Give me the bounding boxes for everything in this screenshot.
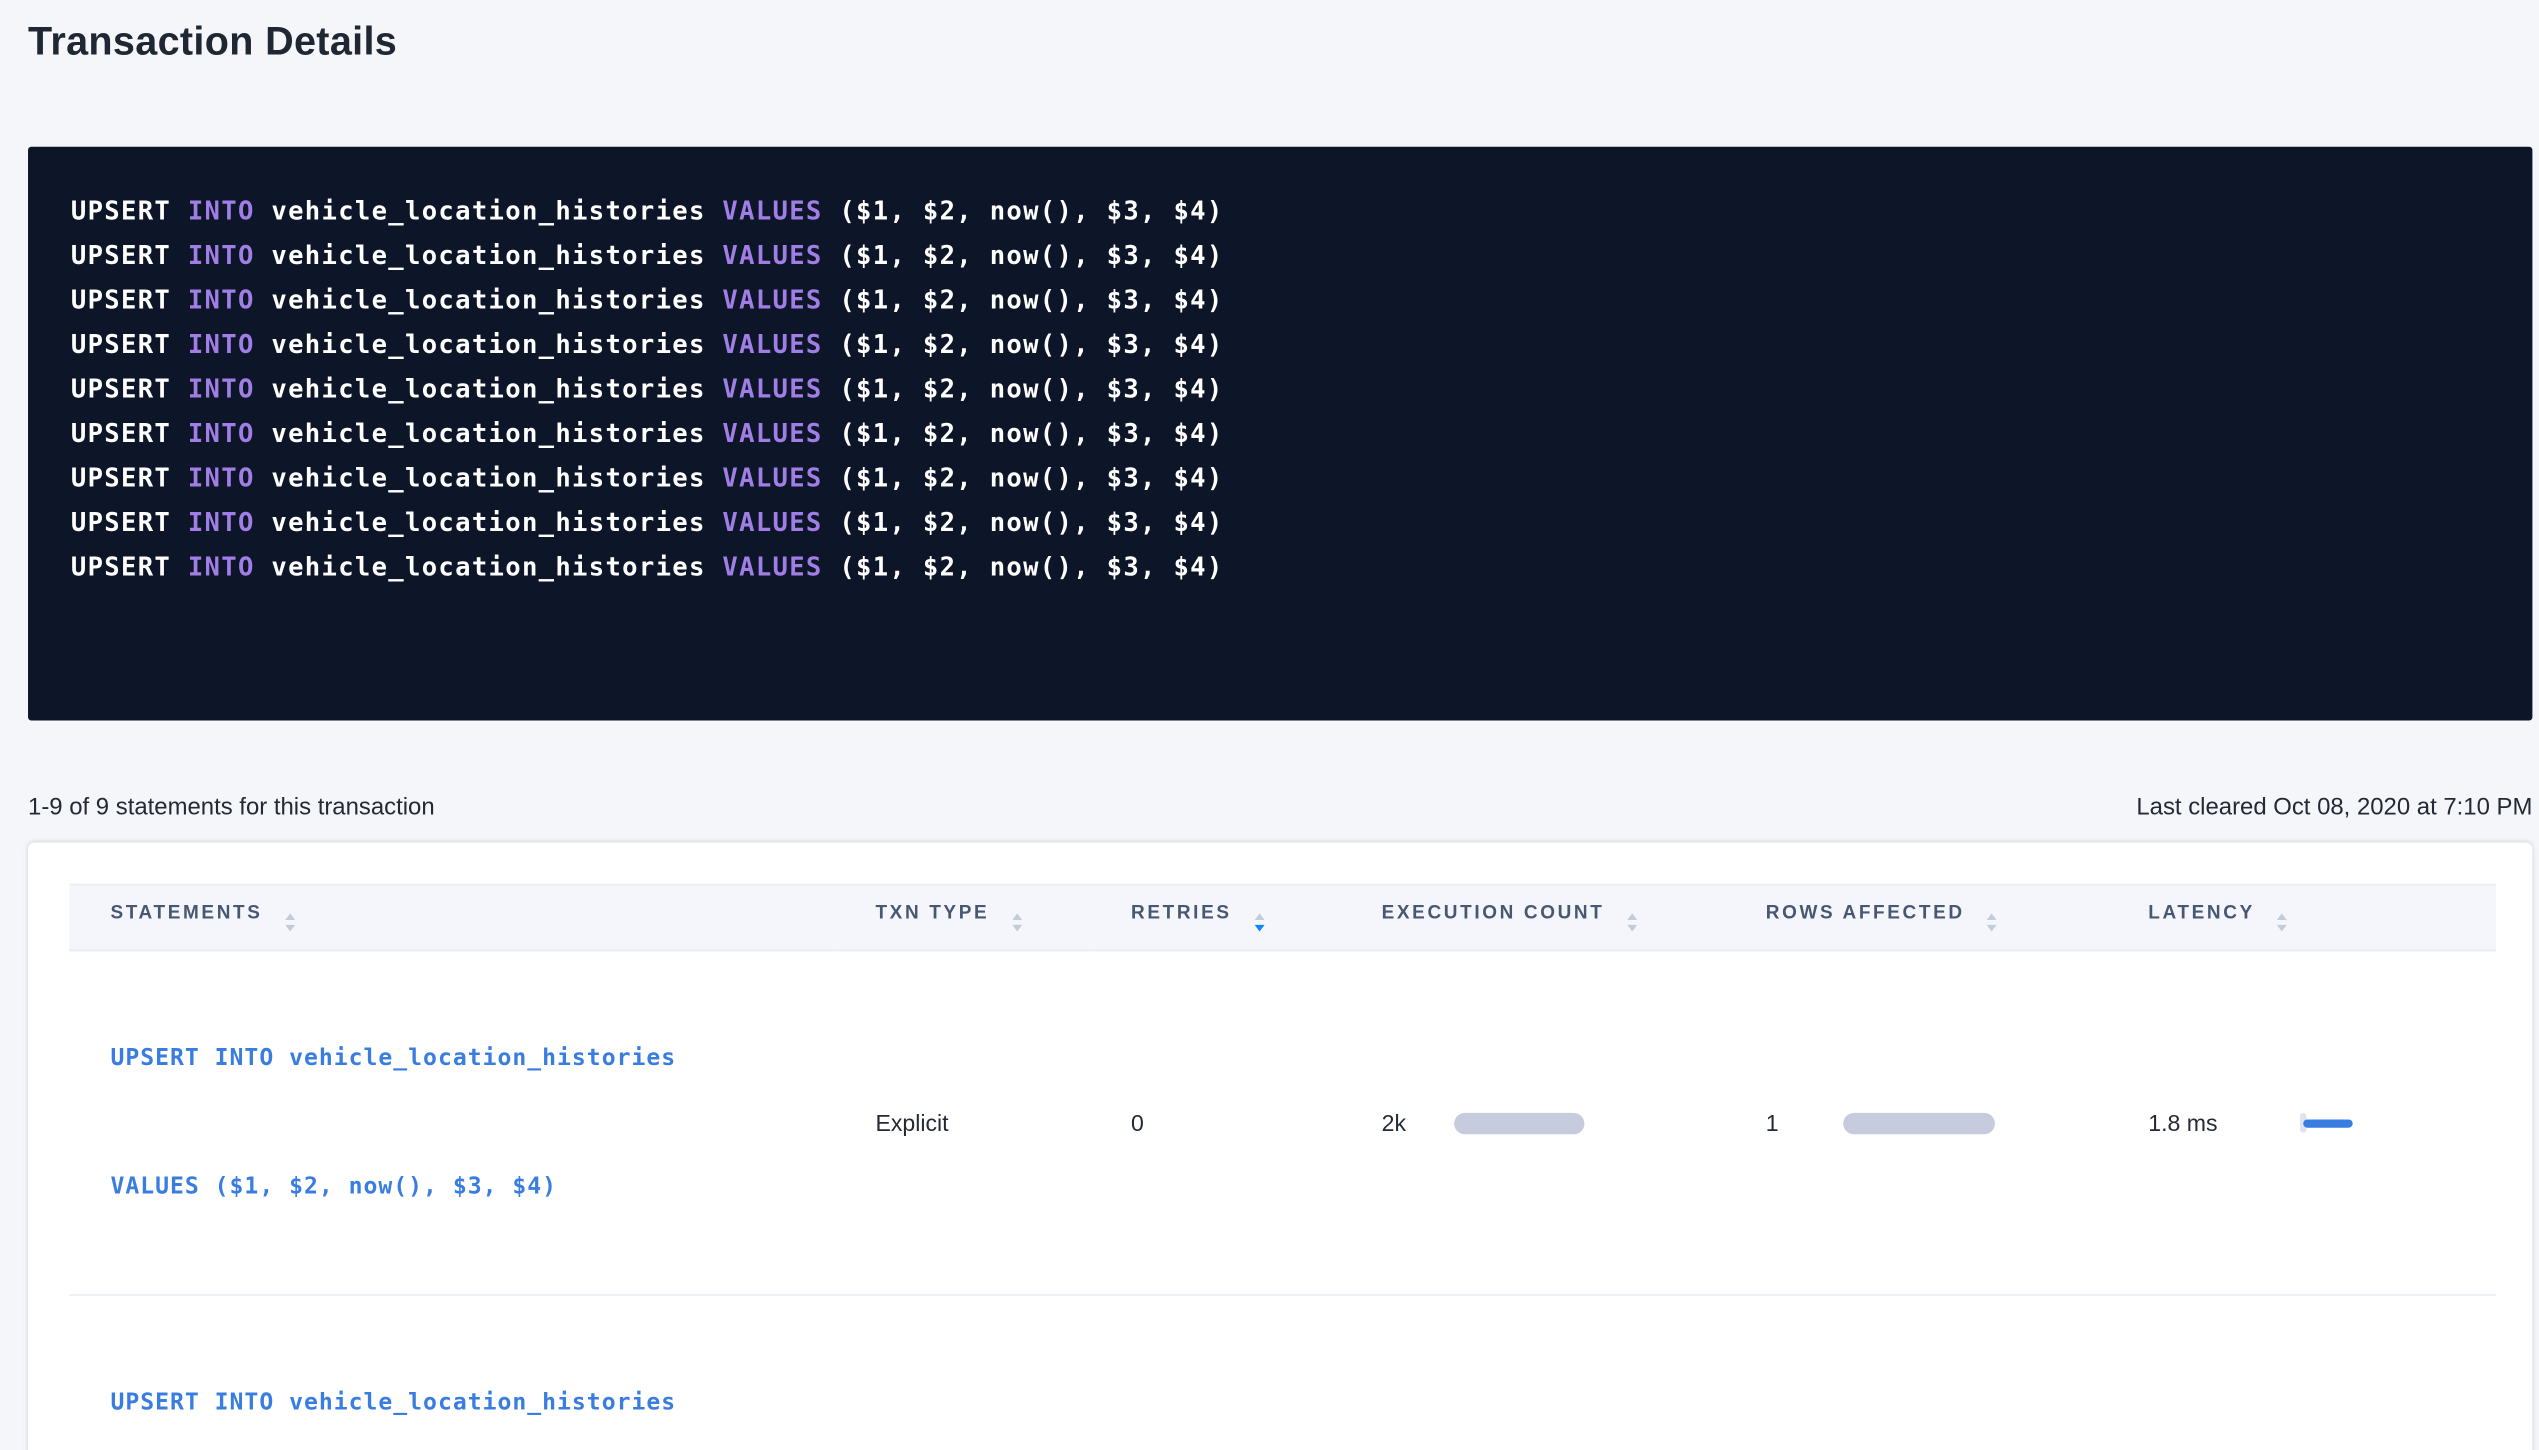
execution-count-cell: 2k	[1340, 1295, 1724, 1450]
column-header-label: Execution Count	[1382, 904, 1605, 924]
statement-link[interactable]: UPSERT INTO vehicle_location_histories V…	[110, 951, 834, 1294]
sort-desc-icon[interactable]	[2277, 925, 2287, 932]
rows-affected-cell: 1	[1725, 950, 2107, 1295]
column-header-label: Txn Type	[875, 904, 989, 924]
execution-count-bar	[1454, 1112, 1584, 1133]
sort-asc-icon[interactable]	[1627, 914, 1637, 921]
column-header[interactable]: Retries	[1090, 885, 1341, 951]
sql-statement-line: UPSERT INTO vehicle_location_histories V…	[71, 457, 2490, 502]
sort-arrows-icon[interactable]	[2277, 914, 2287, 931]
sql-statement-box: UPSERT INTO vehicle_location_histories V…	[28, 147, 2532, 721]
sql-statement-line: UPSERT INTO vehicle_location_histories V…	[71, 323, 2490, 368]
rows-affected-value: 1	[1766, 1110, 1843, 1136]
sort-arrows-icon[interactable]	[1627, 914, 1637, 931]
latency-bar	[2303, 1119, 2352, 1127]
statement-cell: UPSERT INTO vehicle_location_histories V…	[69, 950, 834, 1295]
execution-count-cell: 2k	[1340, 950, 1724, 1295]
table-header-row: Statements Txn Type Retries Execution Co…	[69, 885, 2496, 951]
page-content: Transaction Details UPSERT INTO vehicle_…	[0, 0, 2539, 1450]
sort-asc-icon[interactable]	[285, 914, 295, 921]
latency-bar-chart	[2300, 1113, 2353, 1133]
sort-desc-icon[interactable]	[1627, 925, 1637, 932]
txn-type-cell: Explicit	[834, 1295, 1090, 1450]
txn-type-cell: Explicit	[834, 950, 1090, 1295]
sql-statement-line: UPSERT INTO vehicle_location_histories V…	[71, 546, 2490, 591]
page: Transaction Details UPSERT INTO vehicle_…	[0, 0, 2539, 1450]
sort-desc-icon[interactable]	[285, 925, 295, 932]
statement-line-1: UPSERT INTO vehicle_location_histories	[110, 1037, 834, 1080]
statements-count-text: 1-9 of 9 statements for this transaction	[28, 791, 435, 824]
sql-statement-line: UPSERT INTO vehicle_location_histories V…	[71, 234, 2490, 279]
statement-link[interactable]: UPSERT INTO vehicle_location_histories V…	[110, 1296, 834, 1450]
last-cleared-text: Last cleared Oct 08, 2020 at 7:10 PM	[2136, 791, 2532, 824]
sort-asc-icon[interactable]	[1254, 914, 1264, 921]
column-header[interactable]: Execution Count	[1340, 885, 1724, 951]
sql-statement-line: UPSERT INTO vehicle_location_histories V…	[71, 190, 2490, 235]
table-row: UPSERT INTO vehicle_location_histories V…	[69, 950, 2496, 1295]
latency-cell: 1.7 ms	[2107, 1295, 2496, 1450]
latency-value: 1.8 ms	[2148, 1110, 2300, 1136]
sort-desc-icon[interactable]	[1012, 925, 1022, 932]
rows-affected-cell: 1	[1725, 1295, 2107, 1450]
sort-arrows-icon[interactable]	[1012, 914, 1022, 931]
column-header[interactable]: Rows Affected	[1725, 885, 2107, 951]
sort-arrows-icon[interactable]	[1987, 914, 1997, 931]
column-header-label: Rows Affected	[1766, 904, 1965, 924]
retries-cell: 0	[1090, 950, 1341, 1295]
column-header[interactable]: Statements	[69, 885, 834, 951]
sql-statement-line: UPSERT INTO vehicle_location_histories V…	[71, 368, 2490, 413]
sort-asc-icon[interactable]	[1012, 914, 1022, 921]
column-header[interactable]: Latency	[2107, 885, 2496, 951]
sql-statement-line: UPSERT INTO vehicle_location_histories V…	[71, 279, 2490, 324]
statement-line-1: UPSERT INTO vehicle_location_histories	[110, 1382, 834, 1425]
statements-table: Statements Txn Type Retries Execution Co…	[69, 884, 2496, 1450]
sort-desc-icon[interactable]	[1987, 925, 1997, 932]
execution-count-value: 2k	[1382, 1110, 1455, 1136]
rows-affected-bar	[1843, 1112, 1995, 1133]
statement-line-2: VALUES ($1, $2, now(), $3, $4)	[110, 1166, 834, 1209]
column-header-label: Statements	[110, 904, 262, 924]
retries-value: 0	[1131, 1110, 1144, 1136]
latency-cell: 1.8 ms	[2107, 950, 2496, 1295]
statements-table-card: Statements Txn Type Retries Execution Co…	[28, 842, 2532, 1450]
column-header-label: Retries	[1131, 904, 1232, 924]
page-title: Transaction Details	[28, 16, 2532, 69]
statement-cell: UPSERT INTO vehicle_location_histories V…	[69, 1295, 834, 1450]
column-header-label: Latency	[2148, 904, 2254, 924]
retries-cell: 0	[1090, 1295, 1341, 1450]
summary-row: 1-9 of 9 statements for this transaction…	[28, 791, 2532, 824]
sql-statement-line: UPSERT INTO vehicle_location_histories V…	[71, 412, 2490, 457]
sort-asc-icon[interactable]	[2277, 914, 2287, 921]
sort-arrows-icon[interactable]	[285, 914, 295, 931]
table-row: UPSERT INTO vehicle_location_histories V…	[69, 1295, 2496, 1450]
column-header[interactable]: Txn Type	[834, 885, 1090, 951]
txn-type-value: Explicit	[875, 1110, 948, 1136]
sort-desc-icon[interactable]	[1254, 925, 1264, 932]
sql-statement-line: UPSERT INTO vehicle_location_histories V…	[71, 501, 2490, 546]
sort-arrows-icon[interactable]	[1254, 914, 1264, 931]
sort-asc-icon[interactable]	[1987, 914, 1997, 921]
